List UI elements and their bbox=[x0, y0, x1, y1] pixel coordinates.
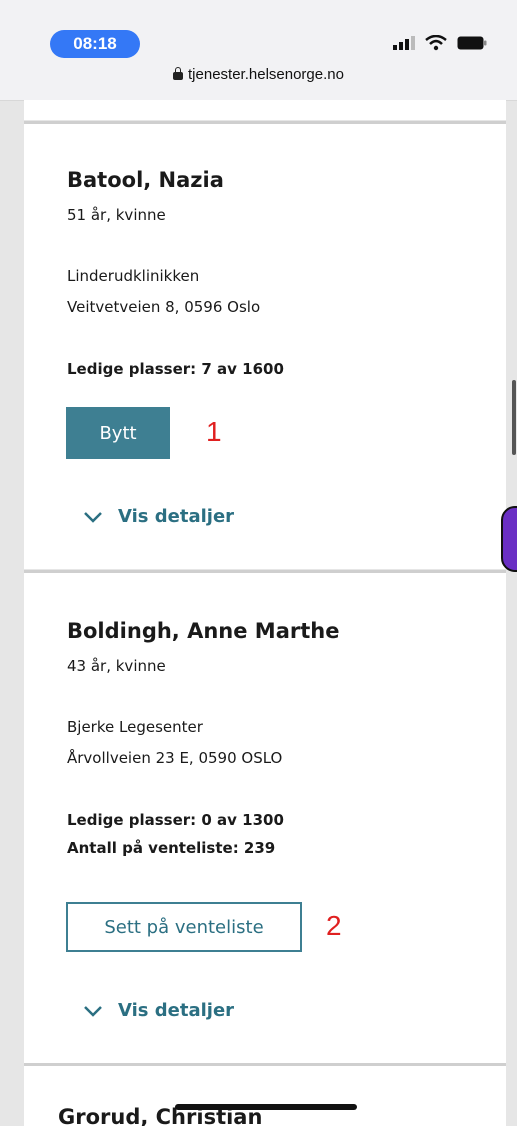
join-waitlist-button[interactable]: Sett på venteliste bbox=[66, 902, 302, 952]
clinic-name: Linderudklinikken bbox=[67, 267, 200, 285]
show-details-label: Vis detaljer bbox=[118, 1000, 235, 1021]
floating-widget[interactable] bbox=[501, 506, 517, 572]
status-time: 08:18 bbox=[50, 30, 140, 58]
capacity-text: Ledige plasser: 0 av 1300 bbox=[67, 811, 284, 829]
switch-button[interactable]: Bytt bbox=[66, 407, 170, 459]
clinic-address: Årvollveien 23 E, 0590 OSLO bbox=[67, 749, 283, 767]
previous-card-tail bbox=[24, 100, 506, 120]
show-details-label: Vis detaljer bbox=[118, 506, 235, 527]
signal-icon bbox=[393, 36, 415, 50]
show-details-toggle[interactable]: Vis detaljer bbox=[84, 506, 234, 527]
doctor-age-gender: 51 år, kvinne bbox=[67, 206, 166, 224]
wifi-icon bbox=[425, 35, 447, 51]
chevron-down-icon bbox=[84, 511, 102, 523]
waitlist-count: Antall på venteliste: 239 bbox=[67, 839, 276, 857]
scrollbar[interactable] bbox=[512, 380, 516, 455]
address-bar[interactable]: tjenester.helsenorge.no bbox=[0, 66, 517, 83]
doctor-card: Grorud, Christian bbox=[24, 1063, 506, 1126]
home-indicator[interactable] bbox=[175, 1104, 357, 1110]
chevron-down-icon bbox=[84, 1005, 102, 1017]
doctor-card: Boldingh, Anne Marthe 43 år, kvinne Bjer… bbox=[24, 570, 506, 1063]
capacity-text: Ledige plasser: 7 av 1600 bbox=[67, 360, 284, 378]
doctor-age-gender: 43 år, kvinne bbox=[67, 657, 166, 675]
clinic-name: Bjerke Legesenter bbox=[67, 718, 203, 736]
doctor-name: Batool, Nazia bbox=[67, 168, 224, 192]
status-icons bbox=[393, 35, 487, 51]
doctor-card: Batool, Nazia 51 år, kvinne Linderudklin… bbox=[24, 121, 506, 569]
battery-icon bbox=[457, 36, 487, 50]
clinic-address: Veitvetveien 8, 0596 Oslo bbox=[67, 298, 261, 316]
annotation-marker: 1 bbox=[206, 416, 222, 447]
doctor-name: Boldingh, Anne Marthe bbox=[67, 619, 340, 643]
annotation-marker: 2 bbox=[326, 910, 342, 941]
url-text: tjenester.helsenorge.no bbox=[188, 66, 344, 83]
show-details-toggle[interactable]: Vis detaljer bbox=[84, 1000, 234, 1021]
browser-status-bar: 08:18 tjenester.helsenorge.no bbox=[0, 0, 517, 101]
lock-icon bbox=[173, 67, 184, 80]
